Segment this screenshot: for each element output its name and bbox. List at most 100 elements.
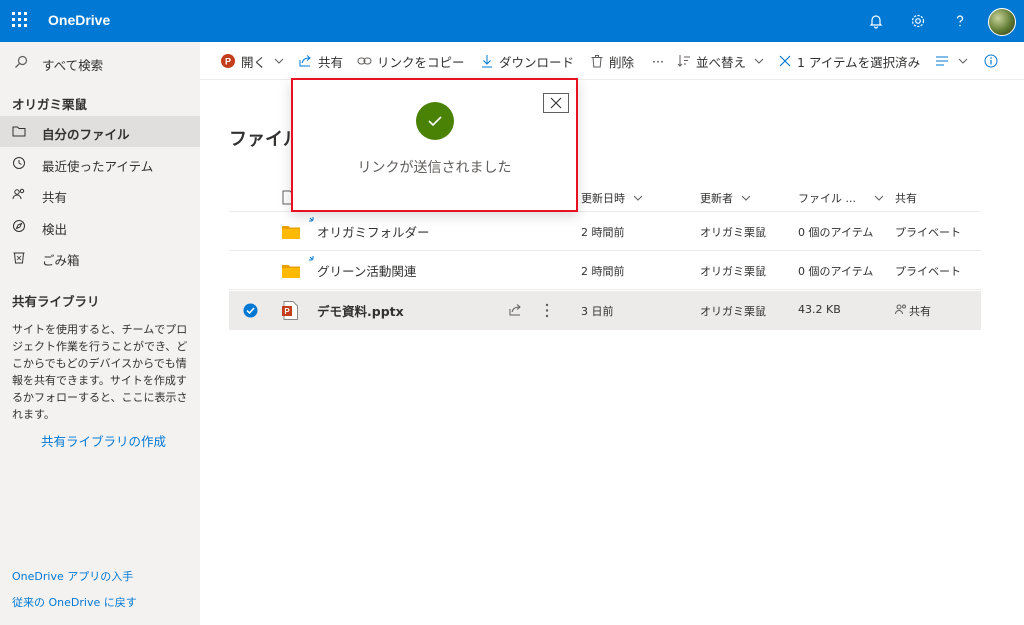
sort-button[interactable]: 並べ替え <box>677 52 769 70</box>
toast-message: リンクが送信されました <box>357 160 512 176</box>
delete-label: 削除 <box>609 54 635 70</box>
clear-selection-button[interactable]: 1 アイテムを選択済み <box>778 52 920 70</box>
open-button[interactable]: P 開く <box>220 52 289 70</box>
chevron-down-icon <box>754 58 764 64</box>
modified-by-cell: オリガミ栗鼠 <box>700 265 766 278</box>
view-options-button[interactable] <box>935 52 973 70</box>
table-row-selected[interactable]: P デモ資料.pptx 3 日前 オリガミ栗鼠 43.2 KB 共有 <box>229 291 981 330</box>
folder-icon <box>282 265 300 278</box>
nav-item-discover[interactable]: 検出 <box>0 211 200 242</box>
folder-icon <box>12 126 26 137</box>
command-bar: P 開く 共有 リンクをコピー ダウンロード 削除 ··· 並べ替え 1 アイテ… <box>200 42 1024 80</box>
download-icon <box>482 55 492 68</box>
nav-item-shared[interactable]: 共有 <box>0 179 200 210</box>
selected-count-label: 1 アイテムを選択済み <box>797 54 921 70</box>
nav-item-my-files[interactable]: 自分のファイル <box>0 116 200 147</box>
table-row[interactable]: オリガミフォルダー 2 時間前 オリガミ栗鼠 0 個のアイテム プライベート <box>229 212 981 251</box>
nav-item-recycle-bin[interactable]: ごみ箱 <box>0 242 200 273</box>
share-people-icon <box>12 188 25 200</box>
delete-button[interactable]: 削除 <box>590 52 634 70</box>
search-icon <box>15 55 28 68</box>
svg-text:P: P <box>225 57 231 67</box>
sort-icon <box>677 55 690 67</box>
modified-by-cell: オリガミ栗鼠 <box>700 226 766 239</box>
nav-item-label: 最近使ったアイテム <box>42 159 154 174</box>
selected-checkmark-icon[interactable] <box>243 303 258 318</box>
avatar[interactable] <box>988 8 1016 36</box>
column-header-size[interactable]: ファイル ... <box>798 190 884 206</box>
chevron-down-icon <box>274 58 284 64</box>
delete-trash-icon <box>591 55 603 68</box>
toast-close-button[interactable] <box>543 93 569 113</box>
sharing-cell: プライベート <box>895 265 961 278</box>
copy-link-label: リンクをコピー <box>377 54 465 70</box>
column-header-sharing[interactable]: 共有 <box>895 190 917 206</box>
info-icon <box>984 54 998 68</box>
sort-label: 並べ替え <box>696 54 747 70</box>
size-cell: 0 個のアイテム <box>798 265 874 278</box>
file-name-link[interactable]: オリガミフォルダー <box>317 222 430 241</box>
more-actions-icon[interactable] <box>545 303 549 318</box>
search-label: すべて検索 <box>42 58 104 73</box>
shared-people-icon <box>895 304 906 315</box>
column-modified-label: 更新日時 <box>581 192 625 205</box>
nav-item-recent[interactable]: 最近使ったアイテム <box>0 148 200 179</box>
size-cell: 43.2 KB <box>798 303 841 316</box>
column-modified-by-label: 更新者 <box>700 192 733 205</box>
column-header-modified-by[interactable]: 更新者 <box>700 190 751 206</box>
more-button[interactable]: ··· <box>652 52 664 70</box>
get-onedrive-apps-link[interactable]: OneDrive アプリの入手 <box>12 568 133 584</box>
download-label: ダウンロード <box>499 54 575 70</box>
success-check-icon <box>416 102 454 140</box>
new-item-sparkle-icon <box>309 217 314 222</box>
help-icon[interactable] <box>948 9 972 33</box>
suite-header: OneDrive <box>0 0 1024 42</box>
more-icon: ··· <box>652 53 664 69</box>
modified-cell: 3 日前 <box>581 305 614 318</box>
column-header-modified[interactable]: 更新日時 <box>581 190 643 206</box>
powerpoint-file-icon: P <box>282 301 298 320</box>
share-button[interactable]: 共有 <box>298 52 343 70</box>
modified-cell: 2 時間前 <box>581 226 625 239</box>
folder-icon <box>282 226 300 239</box>
nav-item-label: 検出 <box>42 222 68 237</box>
copy-link-button[interactable]: リンクをコピー <box>357 52 465 70</box>
file-name-link[interactable]: グリーン活動関連 <box>317 261 416 280</box>
left-nav: すべて検索 オリガミ栗鼠 自分のファイル 最近使ったアイテム 共有 検出 ごみ箱… <box>0 42 200 625</box>
modified-by-cell: オリガミ栗鼠 <box>700 305 766 318</box>
nav-item-label: 共有 <box>42 190 68 205</box>
chevron-down-icon <box>958 58 968 64</box>
link-icon <box>357 57 372 65</box>
column-sharing-label: 共有 <box>895 192 917 205</box>
discover-icon <box>13 220 25 232</box>
column-size-label: ファイル ... <box>798 192 856 205</box>
create-shared-library-link[interactable]: 共有ライブラリの作成 <box>41 431 166 450</box>
new-item-sparkle-icon <box>309 256 314 261</box>
file-name-link[interactable]: デモ資料.pptx <box>317 301 404 320</box>
details-pane-button[interactable] <box>984 52 1003 70</box>
nav-item-label: 自分のファイル <box>42 127 130 142</box>
recycle-bin-icon <box>13 252 25 264</box>
table-row[interactable]: グリーン活動関連 2 時間前 オリガミ栗鼠 0 個のアイテム プライベート <box>229 251 981 290</box>
powerpoint-icon: P <box>221 54 235 68</box>
size-cell: 0 個のアイテム <box>798 226 874 239</box>
close-icon <box>550 97 562 109</box>
modified-cell: 2 時間前 <box>581 265 625 278</box>
share-label: 共有 <box>318 54 344 70</box>
shared-libraries-description: サイトを使用すると、チームでプロジェクト作業を行うことができ、どこからでもどのデ… <box>12 323 188 421</box>
close-icon <box>779 55 791 67</box>
notification-bell-icon[interactable] <box>864 9 888 33</box>
app-brand[interactable]: OneDrive <box>48 12 110 28</box>
app-launcher-icon[interactable] <box>9 9 31 31</box>
settings-gear-icon[interactable] <box>906 9 930 33</box>
share-icon <box>299 55 311 67</box>
svg-text:P: P <box>284 307 290 316</box>
link-sent-toast: リンクが送信されました <box>291 78 578 212</box>
search-box[interactable]: すべて検索 <box>0 42 200 82</box>
chevron-down-icon <box>741 195 751 201</box>
classic-onedrive-link[interactable]: 従来の OneDrive に戻す <box>12 594 137 610</box>
download-button[interactable]: ダウンロード <box>480 52 574 70</box>
share-icon[interactable] <box>508 303 523 317</box>
nav-item-label: ごみ箱 <box>42 253 80 268</box>
sharing-cell: プライベート <box>895 226 961 239</box>
